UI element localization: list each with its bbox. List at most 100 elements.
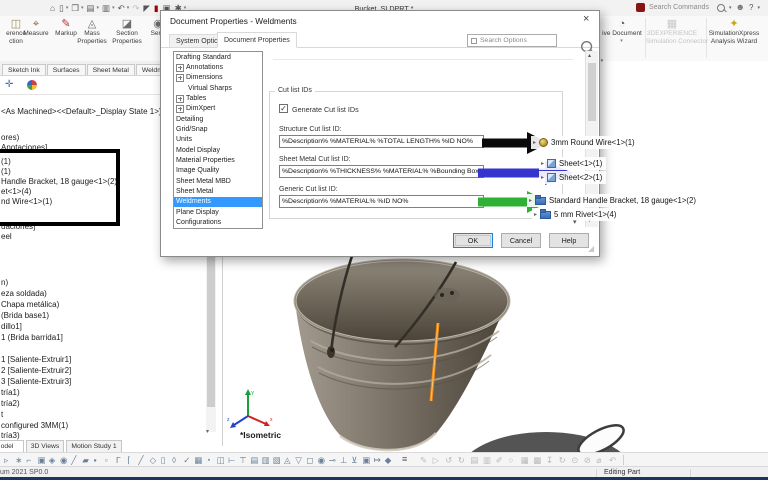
feature-tree-item[interactable]: <As Machined><<Default>_Display State 1>… (1, 107, 173, 116)
tray-tool-icon[interactable]: ▹ (4, 454, 8, 466)
tray-tool-icon[interactable]: ⌐ (26, 454, 31, 466)
feature-tree-item[interactable]: eza soldada) (1, 289, 47, 298)
save-icon[interactable]: ▤ (86, 2, 94, 14)
cancel-button[interactable]: Cancel (501, 233, 541, 248)
dropdown-caret-icon[interactable]: ▾ (81, 5, 84, 11)
configuration-manager-tab-icon[interactable] (27, 80, 37, 90)
sheet-metal-cut-list-id-input[interactable]: %Description% %THICKNESS% %MATERIAL% %Bo… (279, 165, 484, 178)
tray-tool-icon[interactable]: ▫ (105, 454, 108, 466)
flyout-item-3mm-round-wire-1-1[interactable]: ▸ 3mm Round Wire<1>(1) (531, 136, 639, 149)
feature-tree-item[interactable]: dillo1] (1, 322, 22, 331)
tray-tool-icon[interactable]: ▧ (273, 454, 281, 466)
scroll-up-icon[interactable]: ▴ (588, 52, 591, 59)
tray-tool-icon[interactable]: ◆ (385, 454, 392, 466)
feature-tree-item[interactable]: 3 [Saliente-Extruir3] (1, 377, 71, 386)
ok-button[interactable]: OK (453, 233, 493, 248)
feature-tree-item[interactable]: tría3) (1, 431, 20, 440)
feature-tree-item[interactable]: tría1) (1, 388, 20, 397)
tray-tool-icon[interactable]: ⊸ (329, 454, 336, 466)
tool-3dexperience-simulation-connector[interactable]: ▦ 3DEXPERIENCE Simulation Connector (646, 18, 708, 45)
featuremanager-tab-icon[interactable]: ✛ (5, 79, 13, 91)
structure-cut-list-id-input[interactable]: %Description% %MATERIAL% %TOTAL LENGTH% … (279, 135, 484, 148)
panel-scroll-down-icon[interactable]: ▾ (206, 428, 209, 435)
tab-document-properties[interactable]: Document Properties (217, 32, 297, 48)
tray-tool-icon[interactable]: ▰ (82, 454, 89, 466)
ribbon-tab-surfaces[interactable]: Surfaces (46, 64, 86, 75)
feature-tree-item[interactable]: t (1, 410, 3, 419)
dropdown-caret-icon[interactable]: ▾ (97, 5, 100, 11)
tray-tool-icon[interactable]: ▣ (362, 454, 370, 466)
tray-tool-icon[interactable]: ◉ (60, 454, 67, 466)
feature-tree-item[interactable]: 2 [Saliente-Extruir2] (1, 366, 71, 375)
tray-tool-icon[interactable]: ◉ (318, 454, 325, 466)
tray-tool-icon[interactable]: ╱ (138, 454, 143, 466)
tray-tool-icon[interactable]: ▪ (94, 454, 97, 466)
feature-tree-item[interactable]: (Brida base1) (1, 311, 49, 320)
tray-tool-icon[interactable]: ↦ (374, 454, 381, 466)
tray-tool-icon[interactable]: ∗ (15, 454, 22, 466)
open-icon[interactable]: ❒ (71, 2, 79, 14)
user-account-icon[interactable]: ☻ (736, 3, 745, 12)
feature-tree-item[interactable]: eel (1, 232, 12, 241)
tray-tool-icon[interactable]: ◬ (284, 454, 291, 466)
flyout-item-sheet-1-1[interactable]: ▸ Sheet<1>(1) (539, 157, 607, 170)
tray-tool-icon[interactable]: ▽ (295, 454, 302, 466)
tray-tool-icon[interactable]: ▤ (250, 454, 258, 466)
panel-scrollbar-thumb[interactable] (207, 255, 215, 407)
feature-tree-item[interactable]: configured 3MM(1) (1, 421, 68, 430)
tray-tool-icon[interactable]: ▣ (38, 454, 46, 466)
tool-mass-properties[interactable]: ◬ Mass Properties (72, 18, 112, 45)
expand-arrow-icon[interactable]: ▸ (534, 211, 537, 218)
expand-arrow-icon[interactable]: ▸ (541, 174, 544, 181)
tray-tool-icon[interactable]: ⊢ (228, 454, 235, 466)
bottom-tab-motion-study-1[interactable]: Motion Study 1 (66, 440, 122, 452)
expand-arrow-icon[interactable]: ▸ (541, 160, 544, 167)
help-button[interactable]: Help (549, 233, 589, 248)
tray-tool-icon[interactable]: ◇ (150, 454, 157, 466)
tray-tool-icon[interactable]: ◻ (306, 454, 313, 466)
bottom-tab-3d-views[interactable]: 3D Views (26, 440, 64, 452)
tray-tool-icon[interactable]: ◔ (206, 454, 211, 466)
feature-tree-item[interactable]: n) (1, 278, 8, 287)
dropdown-caret-icon[interactable]: ▾ (127, 5, 130, 11)
tray-tool-icon[interactable]: ◫ (217, 454, 225, 466)
tray-tool-icon[interactable]: ▦ (194, 454, 202, 466)
flyout-item-sheet-2-1[interactable]: ▸ Sheet<2>(1) (539, 171, 607, 184)
resize-grip-icon[interactable]: ◢ (588, 244, 594, 253)
tray-tool-icon[interactable]: ◊ (172, 454, 176, 466)
tray-tool-icon[interactable]: ⊥ (340, 454, 347, 466)
tray-tool-icon[interactable]: ▥ (262, 454, 270, 466)
flyout-scroll-down-icon[interactable]: ▾ (573, 218, 577, 226)
bottom-tab-odel[interactable]: odel (0, 440, 24, 452)
help-caret-icon[interactable]: ▾ (757, 5, 760, 11)
feature-tree-item[interactable]: 1 (Brida barrida1] (1, 333, 63, 342)
dialog-scrollbar-thumb[interactable] (588, 63, 596, 121)
dropdown-caret-icon[interactable]: ▾ (596, 38, 647, 44)
feature-tree-item[interactable]: ores) (1, 133, 19, 142)
tray-tool-icon[interactable]: ◈ (49, 454, 56, 466)
ribbon-tab-sketch-ink[interactable]: Sketch Ink (2, 64, 46, 75)
tool-simulationxpress-analysis-wizard[interactable]: ✦ SimulationXpress Analysis Wizard (708, 18, 760, 45)
tray-tool-icon[interactable]: ⊤ (239, 454, 246, 466)
tray-tool-icon[interactable]: ▯ (161, 454, 166, 466)
tray-tool-icon[interactable]: ✓ (183, 454, 190, 466)
select-icon[interactable]: ◤ (143, 2, 150, 14)
tray-tool-icon[interactable]: Γ (116, 454, 121, 466)
tray-tool-icon[interactable]: ⊻ (351, 454, 357, 466)
search-caret-icon[interactable]: ▾ (729, 5, 732, 11)
print-icon[interactable]: ▥ (102, 2, 110, 14)
tool-active-document[interactable]: ◔ ive Document ▾ (596, 18, 648, 44)
expand-arrow-icon[interactable]: ▸ (533, 139, 536, 146)
home-icon[interactable]: ⌂ (50, 2, 55, 14)
feature-tree-item[interactable]: tría2) (1, 399, 20, 408)
tray-tool-icon[interactable]: ╱ (71, 454, 76, 466)
undo-icon[interactable]: ↶ (118, 2, 125, 14)
redo-icon[interactable]: ↷ (132, 2, 139, 14)
rebuild-icon[interactable]: ▮ (154, 2, 159, 14)
toolbar-menu-icon[interactable]: ≡ (402, 454, 407, 464)
search-icon[interactable] (717, 3, 726, 12)
expand-arrow-icon[interactable]: ▸ (529, 197, 532, 204)
help-icon[interactable]: ? (749, 3, 753, 12)
feature-tree-item[interactable]: Chapa metálica) (1, 300, 59, 309)
tray-tool-icon[interactable]: ⌈ (127, 454, 130, 466)
